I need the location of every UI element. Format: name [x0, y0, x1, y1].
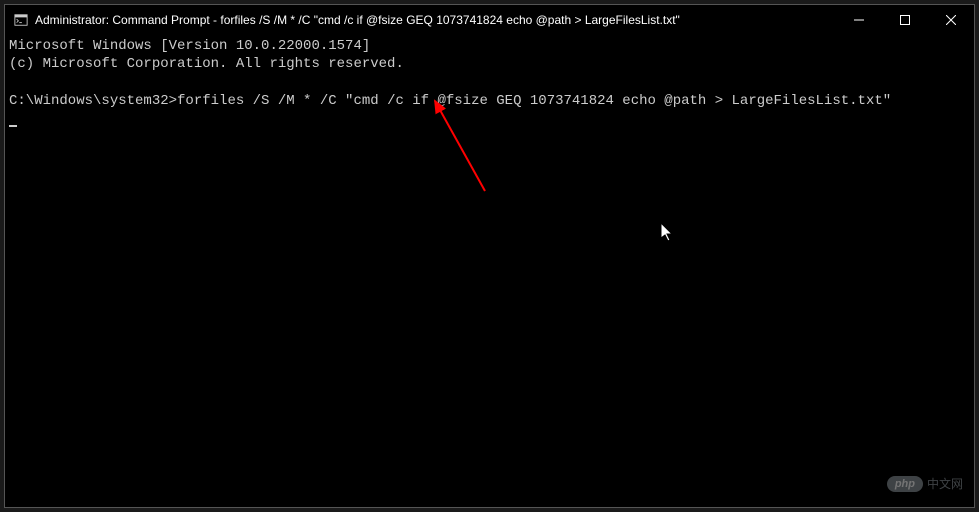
app-icon [13, 12, 29, 28]
minimize-button[interactable] [836, 5, 882, 35]
terminal-output[interactable]: Microsoft Windows [Version 10.0.22000.15… [5, 35, 974, 507]
window-title: Administrator: Command Prompt - forfiles… [35, 13, 836, 27]
copyright-line: (c) Microsoft Corporation. All rights re… [9, 55, 970, 73]
command-prompt-window: Administrator: Command Prompt - forfiles… [4, 4, 975, 508]
text-cursor [9, 125, 17, 127]
command-line: C:\Windows\system32>forfiles /S /M * /C … [9, 92, 970, 110]
mouse-cursor-icon [661, 223, 677, 243]
titlebar[interactable]: Administrator: Command Prompt - forfiles… [5, 5, 974, 35]
close-button[interactable] [928, 5, 974, 35]
version-line: Microsoft Windows [Version 10.0.22000.15… [9, 37, 970, 55]
watermark-text: 中文网 [927, 475, 963, 492]
blank-line [9, 73, 970, 91]
prompt: C:\Windows\system32> [9, 93, 177, 109]
cursor-line [9, 110, 970, 128]
maximize-button[interactable] [882, 5, 928, 35]
command-text: forfiles /S /M * /C "cmd /c if @fsize GE… [177, 93, 891, 109]
watermark-badge: php [887, 476, 923, 492]
window-controls [836, 5, 974, 35]
watermark: php 中文网 [887, 475, 963, 492]
